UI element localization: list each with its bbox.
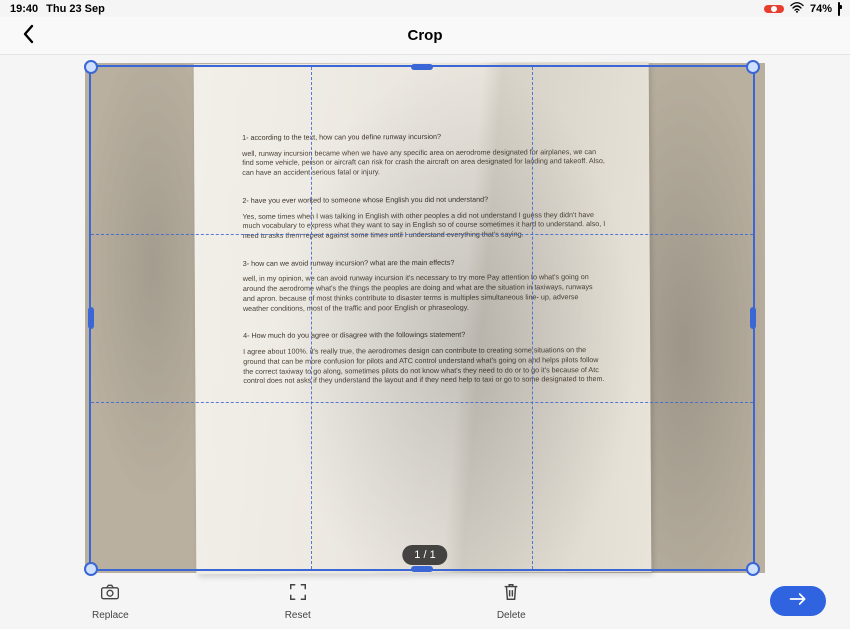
wifi-icon xyxy=(790,2,804,16)
crop-handle-corner[interactable] xyxy=(84,562,98,576)
screen-record-indicator xyxy=(764,5,784,13)
next-button[interactable] xyxy=(770,586,826,616)
crop-handle-corner[interactable] xyxy=(746,562,760,576)
reset-label: Reset xyxy=(285,610,311,621)
delete-button[interactable]: Delete xyxy=(489,580,534,623)
crop-handle-corner[interactable] xyxy=(84,60,98,74)
expand-icon xyxy=(288,582,308,607)
crop-handle-edge[interactable] xyxy=(411,566,433,572)
crop-handle-edge[interactable] xyxy=(411,64,433,70)
crop-gridline xyxy=(532,67,533,569)
crop-frame[interactable] xyxy=(89,65,755,571)
crop-handle-edge[interactable] xyxy=(750,307,756,329)
replace-button[interactable]: Replace xyxy=(84,580,137,623)
crop-gridline xyxy=(311,67,312,569)
delete-label: Delete xyxy=(497,610,526,621)
arrow-right-icon xyxy=(788,591,808,612)
back-button[interactable] xyxy=(14,20,44,52)
scanned-image[interactable]: 1- according to the text, how can you de… xyxy=(85,63,765,573)
reset-button[interactable]: Reset xyxy=(277,580,319,623)
page-title: Crop xyxy=(408,27,443,44)
status-time: 19:40 xyxy=(10,3,38,15)
crop-gridline xyxy=(91,234,753,235)
crop-gridline xyxy=(91,402,753,403)
battery-icon xyxy=(838,3,840,15)
status-date: Thu 23 Sep xyxy=(46,3,105,15)
crop-handle-edge[interactable] xyxy=(88,307,94,329)
header-bar: Crop xyxy=(0,17,850,55)
status-bar: 19:40 Thu 23 Sep 74% xyxy=(0,0,850,17)
camera-icon xyxy=(100,582,120,607)
battery-percent: 74% xyxy=(810,3,832,15)
replace-label: Replace xyxy=(92,610,129,621)
crop-canvas: 1- according to the text, how can you de… xyxy=(0,55,850,577)
trash-icon xyxy=(501,582,521,607)
bottom-toolbar: Replace Reset Delete xyxy=(0,577,850,629)
page-indicator: 1 / 1 xyxy=(402,545,447,565)
